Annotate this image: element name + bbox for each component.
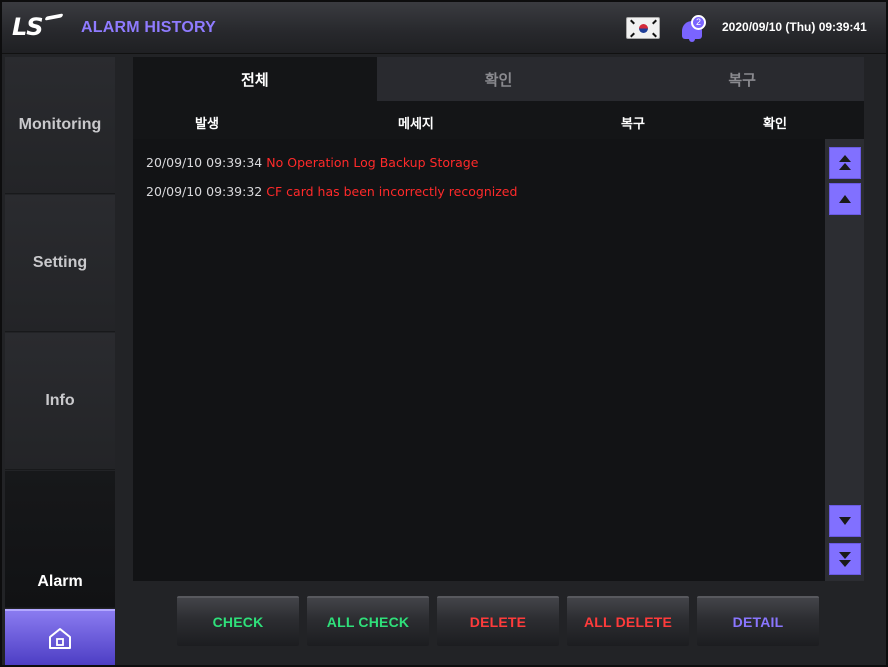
double-arrow-down-icon bbox=[839, 552, 851, 567]
arrow-up-icon bbox=[839, 195, 851, 203]
delete-button[interactable]: DELETE bbox=[437, 596, 559, 646]
table-header: 발생 메세지 복구 확인 bbox=[133, 101, 864, 139]
sidebar-item-label: Setting bbox=[32, 254, 88, 271]
scroll-up-button[interactable] bbox=[829, 183, 861, 215]
column-header-confirmed: 확인 bbox=[763, 117, 787, 132]
scroll-down-button[interactable] bbox=[829, 505, 861, 537]
detail-button[interactable]: DETAIL bbox=[697, 596, 819, 646]
scrollbar[interactable] bbox=[825, 139, 864, 581]
all-delete-button[interactable]: ALL DELETE bbox=[567, 596, 689, 646]
header-bar: LS ALARM HISTORY 2 2020/09/10 (Thu) 09:3… bbox=[2, 2, 886, 54]
sidebar-item-label: Info bbox=[45, 392, 75, 409]
hmi-screen: LS ALARM HISTORY 2 2020/09/10 (Thu) 09:3… bbox=[0, 0, 888, 667]
sidebar-item-alarm[interactable]: Alarm bbox=[5, 471, 115, 608]
all-check-button[interactable]: ALL CHECK bbox=[307, 596, 429, 646]
logo-swoosh bbox=[44, 13, 64, 21]
trigram-mark bbox=[652, 19, 657, 25]
arrow-down-icon bbox=[839, 517, 851, 525]
notification-button[interactable]: 2 bbox=[679, 15, 706, 43]
trigram-mark bbox=[630, 19, 635, 25]
alarm-list: 20/09/10 09:39:34 No Operation Log Backup… bbox=[133, 139, 823, 581]
alarm-history-panel: 전체 확인 복구 발생 메세지 복구 확인 20/09/10 09:39:34 N… bbox=[133, 57, 865, 581]
alarm-time: 20/09/10 09:39:32 bbox=[146, 184, 263, 199]
trigram-mark bbox=[630, 32, 635, 38]
sidebar: Monitoring Setting Info Alarm bbox=[5, 57, 115, 665]
action-bar: CHECK ALL CHECK DELETE ALL DELETE DETAIL bbox=[133, 581, 864, 665]
alarm-time: 20/09/10 09:39:34 bbox=[146, 155, 263, 170]
sidebar-item-info[interactable]: Info bbox=[5, 333, 115, 470]
sidebar-item-setting[interactable]: Setting bbox=[5, 195, 115, 332]
column-header-occurred: 발생 bbox=[195, 117, 219, 132]
trigram-mark bbox=[652, 32, 657, 38]
sidebar-item-label: Alarm bbox=[37, 573, 83, 590]
tab-recovered[interactable]: 복구 bbox=[620, 57, 865, 101]
scroll-top-button[interactable] bbox=[829, 147, 861, 179]
column-header-recovered: 복구 bbox=[621, 117, 645, 132]
bell-clapper bbox=[689, 38, 695, 42]
sidebar-item-monitoring[interactable]: Monitoring bbox=[5, 57, 115, 194]
table-row[interactable]: 20/09/10 09:39:34 No Operation Log Backup… bbox=[146, 155, 478, 175]
home-button[interactable] bbox=[5, 609, 115, 665]
sidebar-item-label: Monitoring bbox=[18, 116, 102, 133]
language-flag-button[interactable] bbox=[626, 17, 660, 39]
tab-all[interactable]: 전체 bbox=[133, 57, 377, 101]
home-icon bbox=[49, 628, 71, 649]
scroll-bottom-button[interactable] bbox=[829, 543, 861, 575]
taegeuk-mark bbox=[639, 24, 648, 33]
filter-tabs: 전체 확인 복구 bbox=[133, 57, 865, 101]
alarm-message: CF card has been incorrectly recognized bbox=[266, 184, 518, 199]
datetime-display: 2020/09/10 (Thu) 09:39:41 bbox=[722, 20, 867, 34]
notification-count-badge: 2 bbox=[691, 15, 706, 30]
double-arrow-up-icon bbox=[839, 155, 851, 170]
ls-logo: LS bbox=[12, 13, 44, 41]
table-row[interactable]: 20/09/10 09:39:32 CF card has been incorr… bbox=[146, 184, 517, 204]
check-button[interactable]: CHECK bbox=[177, 596, 299, 646]
page-title: ALARM HISTORY bbox=[81, 19, 217, 36]
alarm-message: No Operation Log Backup Storage bbox=[266, 155, 479, 170]
tab-confirmed[interactable]: 확인 bbox=[376, 57, 621, 101]
column-header-message: 메세지 bbox=[398, 117, 434, 132]
